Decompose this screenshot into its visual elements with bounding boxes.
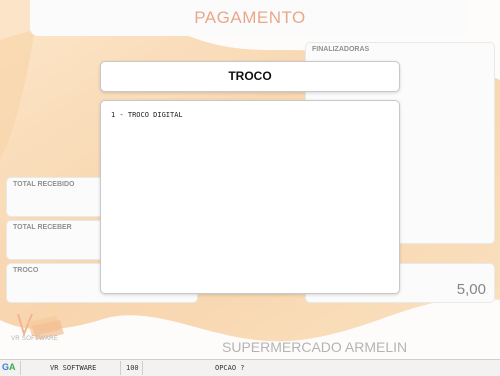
status-divider (20, 361, 21, 375)
list-item-troco-digital[interactable]: 1 - TROCO DIGITAL (111, 111, 183, 119)
status-prompt: OPCAO ? (215, 364, 245, 372)
status-company: VR SOFTWARE (50, 364, 97, 372)
app-status-icon: GA (2, 362, 16, 372)
status-code: 100 (126, 364, 139, 372)
status-divider (120, 361, 121, 375)
troco-options-list: 1 - TROCO DIGITAL (100, 100, 400, 294)
troco-dialog-header: TROCO (100, 61, 400, 92)
status-bar: GA VR SOFTWARE 100 OPCAO ? (0, 359, 500, 376)
status-divider (142, 361, 143, 375)
dialog-title: TROCO (228, 69, 272, 83)
